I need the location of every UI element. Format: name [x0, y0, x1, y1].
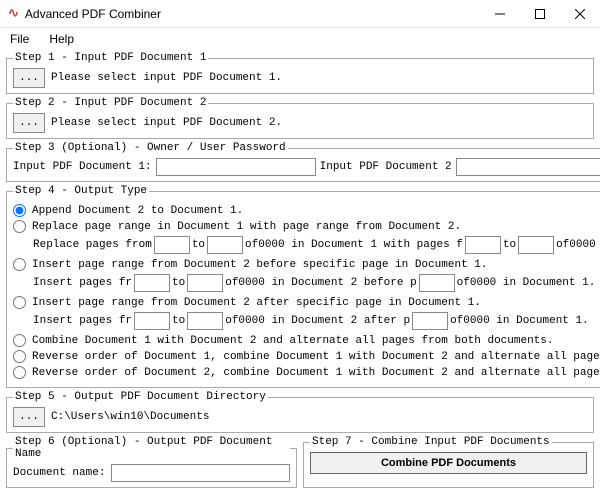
menu-help[interactable]: Help: [45, 30, 78, 48]
pwd2-label: Input PDF Document 2: [320, 161, 452, 173]
ib-pre: Insert pages fr: [33, 277, 132, 289]
title-bar: ∿ Advanced PDF Combiner: [0, 0, 600, 28]
radio-insert-after[interactable]: [13, 296, 26, 309]
step1-legend: Step 1 - Input PDF Document 1: [13, 52, 208, 64]
radio-rev1[interactable]: [13, 350, 26, 363]
step4-group: Step 4 - Output Type Append Document 2 t…: [6, 185, 600, 388]
step1-browse-button[interactable]: ...: [13, 68, 45, 88]
minimize-button[interactable]: [480, 0, 520, 28]
radio-insert-before[interactable]: [13, 258, 26, 271]
menu-file[interactable]: File: [6, 30, 33, 48]
pwd1-label: Input PDF Document 1:: [13, 161, 152, 173]
label-insert-after: Insert page range from Document 2 after …: [32, 297, 481, 309]
ia-end: of0000 in Document 1.: [450, 315, 589, 327]
ia-pre: Insert pages fr: [33, 315, 132, 327]
step2-browse-button[interactable]: ...: [13, 113, 45, 133]
maximize-button[interactable]: [520, 0, 560, 28]
ib-to-input[interactable]: [187, 274, 223, 292]
ia-page[interactable]: [412, 312, 448, 330]
label-insert-before: Insert page range from Document 2 before…: [32, 259, 487, 271]
step7-group: Step 7 - Combine Input PDF Documents Com…: [303, 436, 594, 488]
step2-text: Please select input PDF Document 2.: [51, 117, 282, 129]
step3-legend: Step 3 (Optional) - Owner / User Passwor…: [13, 142, 288, 154]
replace-end: of0000 in Document 2.: [556, 239, 600, 251]
window-title: Advanced PDF Combiner: [25, 7, 480, 21]
replace-from2[interactable]: [465, 236, 501, 254]
step2-group: Step 2 - Input PDF Document 2 ... Please…: [6, 97, 594, 139]
label-replace: Replace page range in Document 1 with pa…: [32, 221, 461, 233]
ia-mid: of0000 in Document 2 after p: [225, 315, 410, 327]
docname-input[interactable]: [111, 464, 290, 482]
step1-text: Please select input PDF Document 1.: [51, 72, 282, 84]
replace-mid: of0000 in Document 1 with pages f: [245, 239, 463, 251]
step3-group: Step 3 (Optional) - Owner / User Passwor…: [6, 142, 600, 182]
radio-rev2[interactable]: [13, 366, 26, 379]
pwd2-input[interactable]: [456, 158, 600, 176]
replace-to1-input[interactable]: [207, 236, 243, 254]
label-append: Append Document 2 to Document 1.: [32, 205, 243, 217]
replace-to2: to: [503, 239, 516, 251]
step5-legend: Step 5 - Output PDF Document Directory: [13, 391, 268, 403]
ia-from[interactable]: [134, 312, 170, 330]
step2-legend: Step 2 - Input PDF Document 2: [13, 97, 208, 109]
replace-pre: Replace pages from: [33, 239, 152, 251]
ib-end: of0000 in Document 1.: [457, 277, 596, 289]
step5-group: Step 5 - Output PDF Document Directory .…: [6, 391, 594, 433]
app-icon: ∿: [8, 6, 19, 21]
replace-to1: to: [192, 239, 205, 251]
radio-append[interactable]: [13, 204, 26, 217]
radio-combine-alt[interactable]: [13, 334, 26, 347]
step7-legend: Step 7 - Combine Input PDF Documents: [310, 436, 552, 448]
combine-button[interactable]: Combine PDF Documents: [310, 452, 587, 474]
output-dir: C:\Users\win10\Documents: [51, 411, 209, 423]
ib-page[interactable]: [419, 274, 455, 292]
label-rev2: Reverse order of Document 2, combine Doc…: [32, 367, 600, 379]
step6-group: Step 6 (Optional) - Output PDF Document …: [6, 436, 297, 488]
replace-to2-input[interactable]: [518, 236, 554, 254]
label-rev1: Reverse order of Document 1, combine Doc…: [32, 351, 600, 363]
step4-legend: Step 4 - Output Type: [13, 185, 149, 197]
close-button[interactable]: [560, 0, 600, 28]
step5-browse-button[interactable]: ...: [13, 407, 45, 427]
step6-legend: Step 6 (Optional) - Output PDF Document …: [13, 436, 290, 460]
ia-to-input[interactable]: [187, 312, 223, 330]
pwd1-input[interactable]: [156, 158, 316, 176]
ib-to: to: [172, 277, 185, 289]
label-combine-alt: Combine Document 1 with Document 2 and a…: [32, 335, 554, 347]
radio-replace[interactable]: [13, 220, 26, 233]
ib-mid: of0000 in Document 2 before p: [225, 277, 416, 289]
replace-from1[interactable]: [154, 236, 190, 254]
ib-from[interactable]: [134, 274, 170, 292]
step1-group: Step 1 - Input PDF Document 1 ... Please…: [6, 52, 594, 94]
ia-to: to: [172, 315, 185, 327]
menu-bar: File Help: [0, 28, 600, 50]
docname-label: Document name:: [13, 467, 105, 479]
